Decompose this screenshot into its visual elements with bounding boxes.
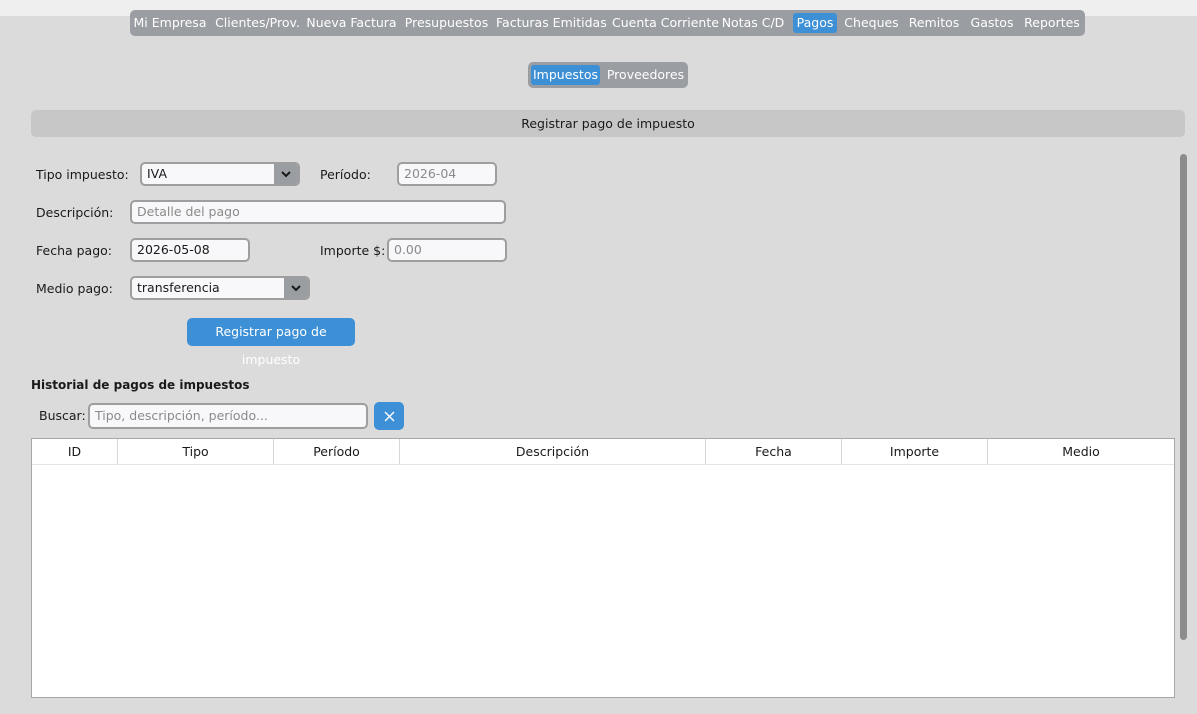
nav-item-clientes-prov[interactable]: Clientes/Prov. xyxy=(212,13,303,33)
column-header-fecha[interactable]: Fecha xyxy=(706,439,842,464)
descripcion-label: Descripción: xyxy=(36,205,114,220)
payments-subnav: Impuestos Proveedores xyxy=(528,62,688,88)
column-header-descripcion[interactable]: Descripción xyxy=(400,439,706,464)
column-header-importe[interactable]: Importe xyxy=(842,439,988,464)
tipo-impuesto-value: IVA xyxy=(147,166,167,181)
fecha-pago-input[interactable]: 2026-05-08 xyxy=(130,238,250,262)
nav-item-gastos[interactable]: Gastos xyxy=(968,13,1016,33)
periodo-label: Período: xyxy=(320,167,371,182)
nav-item-cheques[interactable]: Cheques xyxy=(843,13,900,33)
chevron-down-icon xyxy=(274,164,298,184)
medio-pago-select[interactable]: transferencia xyxy=(130,276,310,300)
nav-item-reportes[interactable]: Reportes xyxy=(1023,13,1081,33)
importe-input[interactable]: 0.00 xyxy=(387,238,507,262)
main-nav: Mi Empresa Clientes/Prov. Nueva Factura … xyxy=(130,10,1085,36)
nav-item-nueva-factura[interactable]: Nueva Factura xyxy=(306,13,397,33)
column-header-id[interactable]: ID xyxy=(32,439,118,464)
periodo-input[interactable]: 2026-04 xyxy=(397,162,497,186)
history-table: ID Tipo Período Descripción Fecha Import… xyxy=(31,438,1175,698)
nav-item-notas-cd[interactable]: Notas C/D xyxy=(720,13,786,33)
tab-proveedores[interactable]: Proveedores xyxy=(606,65,685,85)
medio-pago-label: Medio pago: xyxy=(36,281,113,296)
history-title: Historial de pagos de impuestos xyxy=(31,378,250,392)
tab-impuestos[interactable]: Impuestos xyxy=(531,65,600,85)
chevron-down-icon xyxy=(284,278,308,298)
clear-search-button[interactable] xyxy=(374,402,404,430)
medio-pago-value: transferencia xyxy=(137,280,220,295)
column-header-medio[interactable]: Medio xyxy=(988,439,1174,464)
nav-item-mi-empresa[interactable]: Mi Empresa xyxy=(130,13,210,33)
nav-item-presupuestos[interactable]: Presupuestos xyxy=(402,13,491,33)
registrar-pago-button[interactable]: Registrar pago de impuesto xyxy=(187,318,355,367)
search-label: Buscar: xyxy=(39,408,86,423)
table-header-divider xyxy=(32,464,1174,465)
tipo-impuesto-label: Tipo impuesto: xyxy=(36,167,129,182)
nav-item-pagos[interactable]: Pagos xyxy=(793,13,837,33)
nav-item-cuenta-corriente[interactable]: Cuenta Corriente xyxy=(612,13,719,33)
nav-item-remitos[interactable]: Remitos xyxy=(908,13,960,33)
column-header-periodo[interactable]: Período xyxy=(274,439,400,464)
close-icon xyxy=(384,407,395,426)
column-header-tipo[interactable]: Tipo xyxy=(118,439,274,464)
descripcion-input[interactable]: Detalle del pago xyxy=(130,200,506,224)
nav-item-facturas-emitidas[interactable]: Facturas Emitidas xyxy=(496,13,607,33)
tipo-impuesto-select[interactable]: IVA xyxy=(140,162,300,186)
section-title: Registrar pago de impuesto xyxy=(31,110,1185,137)
fecha-pago-label: Fecha pago: xyxy=(36,243,113,258)
search-input[interactable]: Tipo, descripción, período... xyxy=(88,403,368,429)
importe-label: Importe $: xyxy=(320,243,386,258)
scrollbar-thumb[interactable] xyxy=(1180,154,1187,640)
